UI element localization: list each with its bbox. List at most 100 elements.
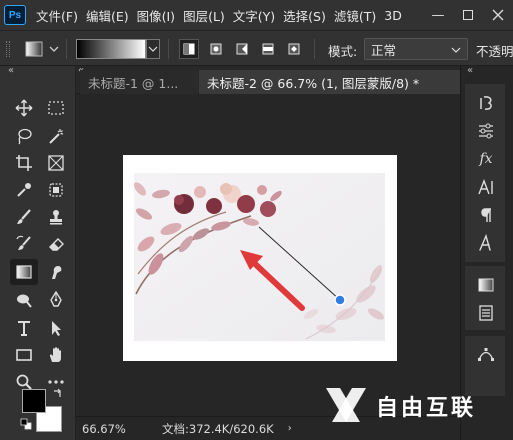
smudge-icon <box>52 266 62 279</box>
menu-image[interactable]: 图像(I) <box>133 6 179 25</box>
watermark-logo: 自由互联 <box>318 370 513 430</box>
smudge-tool[interactable] <box>42 259 70 285</box>
collapse-right-panel-icon[interactable]: « <box>467 66 473 76</box>
brush-icon <box>17 209 31 224</box>
type-tool[interactable] <box>10 315 38 341</box>
styles-fx-icon[interactable]: fx <box>471 146 501 172</box>
rectangular-marquee-icon <box>48 101 64 115</box>
angle-gradient-button[interactable] <box>232 39 252 59</box>
menu-select[interactable]: 选择(S) <box>279 6 330 25</box>
pen-icon <box>50 291 62 307</box>
diamond-gradient-button[interactable] <box>284 39 304 59</box>
mode-label: 模式: <box>328 44 358 59</box>
dodge-tool[interactable] <box>10 287 38 313</box>
frame-icon <box>48 155 64 171</box>
tab-label: 未标题-1 @ 1... <box>88 75 179 91</box>
watermark-text: 自由互联 <box>376 396 477 421</box>
linear-gradient-icon <box>183 43 195 55</box>
crop-icon <box>16 155 32 171</box>
diamond-gradient-icon <box>288 43 300 55</box>
clone-stamp-icon <box>50 210 62 225</box>
lasso-tool[interactable] <box>10 123 38 149</box>
linear-gradient-button[interactable] <box>179 39 199 59</box>
eraser-tool[interactable] <box>42 231 70 257</box>
pen-tool[interactable] <box>42 287 70 313</box>
path-selection-icon <box>52 321 61 336</box>
rectangle-icon <box>16 349 32 361</box>
menu-3d[interactable]: 3D <box>380 8 406 23</box>
tab-document-2[interactable]: 未标题-2 @ 66.7% (1, 图层蒙版/8) * <box>199 70 460 94</box>
paths-panel-icon[interactable] <box>471 342 501 368</box>
tab-document-1[interactable]: 未标题-1 @ 1... <box>80 70 198 94</box>
radial-gradient-button[interactable] <box>206 39 226 59</box>
canvas-area[interactable] <box>76 94 460 416</box>
lasso-icon <box>18 128 32 145</box>
history-brush-tool[interactable] <box>10 231 38 257</box>
menu-filter[interactable]: 滤镜(T) <box>330 6 380 25</box>
eyedropper-tool[interactable] <box>10 177 38 203</box>
chevron-down-icon <box>451 47 461 53</box>
stamp-tool[interactable] <box>42 204 70 230</box>
eraser-icon <box>49 238 64 251</box>
minimize-icon[interactable]: — <box>423 0 453 30</box>
brush-tool[interactable] <box>10 204 38 230</box>
mode-select-value: 正常 <box>371 42 397 58</box>
tab-label: 未标题-2 @ 66.7% (1, 图层蒙版/8) * <box>207 75 420 91</box>
photoshop-logo: Ps <box>4 5 26 25</box>
adjustments-panel-icon[interactable] <box>471 118 501 144</box>
gradient-end-handle <box>334 294 346 306</box>
reflected-gradient-button[interactable] <box>258 39 278 59</box>
path-selection-tool[interactable] <box>42 315 70 341</box>
menu-edit[interactable]: 编辑(E) <box>82 6 133 25</box>
mode-select[interactable]: 正常 <box>364 38 468 60</box>
move-tool[interactable] <box>10 95 38 121</box>
glyphs-panel-icon[interactable] <box>471 230 501 256</box>
libraries-panel-icon[interactable] <box>471 300 501 326</box>
eyedropper-icon <box>17 183 31 197</box>
character-panel-icon[interactable] <box>471 174 501 200</box>
chevron-down-icon <box>148 46 158 52</box>
hand-tool[interactable] <box>42 342 70 368</box>
gradient-picker[interactable] <box>76 39 146 59</box>
history-panel-icon[interactable] <box>471 90 501 116</box>
restore-icon[interactable] <box>453 0 483 30</box>
gradients-panel-icon[interactable] <box>471 272 501 298</box>
menu-file[interactable]: 文件(F) <box>32 6 82 25</box>
object-selection-tool[interactable] <box>42 177 70 203</box>
menu-type[interactable]: 文字(Y) <box>229 6 279 25</box>
foreground-color-swatch[interactable] <box>22 389 46 413</box>
dodge-icon <box>17 294 32 308</box>
gradient-tool[interactable] <box>10 259 38 285</box>
crop-tool[interactable] <box>10 150 38 176</box>
default-colors-icon[interactable] <box>20 418 32 430</box>
document-tabs: « 未标题-1 @ 1... 未标题-2 @ 66.7% (1, 图层蒙版/8)… <box>76 66 460 94</box>
grip-handle[interactable] <box>6 41 10 57</box>
gradient-icon <box>16 265 32 279</box>
marquee-tool[interactable] <box>42 95 70 121</box>
panel-group-1: fx <box>465 84 505 262</box>
frame-tool[interactable] <box>42 150 70 176</box>
close-icon[interactable] <box>483 0 513 30</box>
menu-layer[interactable]: 图层(L) <box>179 6 229 25</box>
hand-icon <box>49 347 61 362</box>
rectangle-tool[interactable] <box>10 342 38 368</box>
object-selection-icon <box>49 183 63 197</box>
reflected-gradient-icon <box>262 43 274 55</box>
opacity-label: 不透明 <box>476 44 513 59</box>
move-icon <box>15 99 33 117</box>
document-info: 文档:372.4K/620.6K <box>162 421 274 436</box>
document-canvas[interactable] <box>76 94 460 416</box>
menu-bar: Ps 文件(F) 编辑(E) 图像(I) 图层(L) 文字(Y) 选择(S) 滤… <box>0 0 513 30</box>
swap-colors-icon[interactable] <box>52 387 64 399</box>
type-icon <box>18 321 30 336</box>
gradient-dropdown-button[interactable] <box>146 39 160 59</box>
status-menu-icon[interactable]: › <box>288 423 292 434</box>
radial-gradient-icon <box>210 43 222 55</box>
collapse-toolbar-icon[interactable]: « <box>8 66 68 76</box>
tool-preset-picker[interactable] <box>24 39 60 62</box>
zoom-level[interactable]: 66.67% <box>82 422 152 436</box>
magic-wand-tool[interactable] <box>42 123 70 149</box>
angle-gradient-icon <box>236 43 248 55</box>
paragraph-panel-icon[interactable] <box>471 202 501 228</box>
history-brush-icon <box>16 235 31 250</box>
